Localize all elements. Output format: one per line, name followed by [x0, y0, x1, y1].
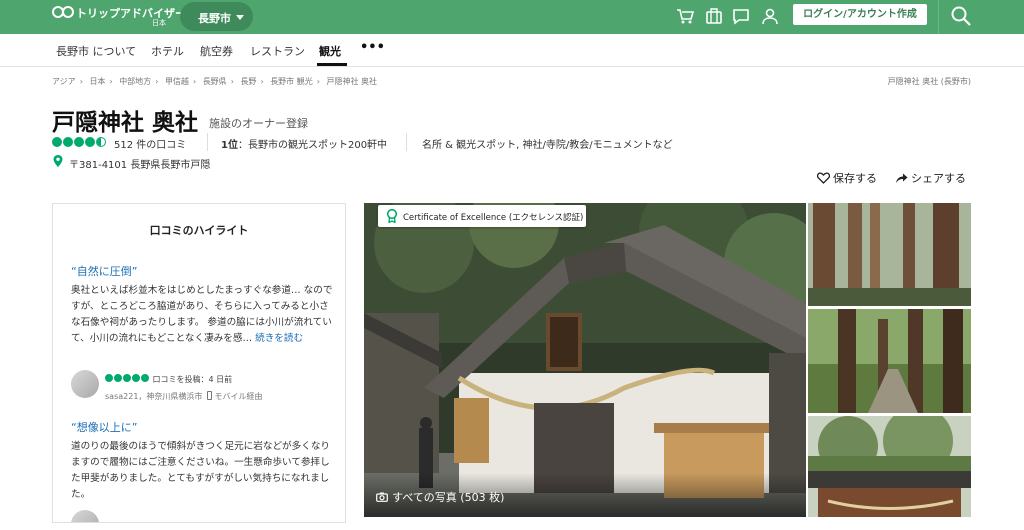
rating-bubble	[141, 374, 149, 382]
nav-item-about[interactable]: 長野市 について	[56, 43, 136, 59]
suitcase-icon[interactable]	[704, 6, 724, 26]
review-count-link[interactable]: 512 件の口コミ	[114, 136, 186, 151]
breadcrumb-item[interactable]: アジア	[52, 77, 76, 86]
save-label: 保存する	[833, 172, 877, 185]
shrine-photo	[364, 203, 806, 517]
photo-thumbnail[interactable]	[808, 416, 971, 517]
rating-bubble	[74, 137, 84, 147]
geo-selector[interactable]: 長野市	[180, 2, 253, 31]
shrine-roof-photo	[808, 416, 971, 517]
ranking[interactable]: 1位：長野市の観光スポット200軒中	[221, 136, 387, 151]
review-body: 道のりの最後のほうで傾斜がきつく足元に岩などが多くなりますので履物にはご注意くだ…	[71, 441, 331, 500]
nav-item-attractions[interactable]: 観光	[319, 43, 341, 59]
brand-country: 日本	[152, 19, 166, 27]
more-icon[interactable]: •••	[360, 40, 385, 55]
login-button[interactable]: ログイン/アカウント作成	[793, 4, 927, 25]
secondary-nav: 長野市 について ホテル 航空券 レストラン 観光 •••	[0, 34, 1024, 67]
review-meta: 口コミを投稿：4 日前	[105, 374, 232, 385]
top-bar: トリップアドバイザー 日本 長野市 ログイン/アカウント作成	[0, 0, 1024, 34]
nav-item-hotels[interactable]: ホテル	[151, 43, 184, 59]
categories[interactable]: 名所 & 観光スポット, 神社/寺院/教会/モニュメントなど	[422, 136, 673, 151]
divider	[406, 133, 407, 151]
divider	[207, 133, 208, 151]
rank-text: ：長野市の観光スポット200軒中	[237, 140, 388, 151]
rank-position: 1位	[221, 140, 238, 151]
certificate-badge[interactable]: Certificate of Excellence (エクセレンス認証)	[378, 205, 586, 227]
map-pin-icon	[53, 155, 63, 167]
chevron-down-icon	[236, 15, 244, 20]
rating-bubble	[63, 137, 73, 147]
share-icon	[896, 173, 908, 183]
breadcrumb: アジア › 日本 › 中部地方 › 甲信越 › 長野県 › 長野 › 長野市 観光 › 戸隠神…	[52, 77, 378, 86]
search-icon[interactable]	[950, 5, 972, 27]
review-title[interactable]: “自然に圧倒”	[71, 263, 137, 279]
review-user: sasa221，神奈川県横浜市 モバイル経由	[105, 391, 263, 402]
forest-photo	[808, 203, 971, 306]
award-icon	[386, 209, 398, 223]
rating-bubble	[96, 137, 106, 147]
all-photos-label: すべての写真 (503 枚)	[392, 491, 505, 504]
mobile-icon	[206, 391, 212, 400]
certificate-label: Certificate of Excellence (エクセレンス認証)	[403, 213, 584, 223]
heart-icon	[816, 172, 831, 184]
active-tab-indicator	[317, 63, 347, 66]
share-button[interactable]: シェアする	[895, 170, 966, 186]
header-divider	[938, 0, 939, 34]
camera-icon	[376, 492, 388, 502]
review-body: 奥社といえば杉並木をはじめとしたまっすぐな参道… なのですが、ところどころ脇道が…	[71, 283, 333, 347]
save-button[interactable]: 保存する	[816, 170, 877, 186]
owl-logo-icon	[52, 6, 74, 19]
photo-thumbnail[interactable]	[808, 309, 971, 413]
breadcrumb-item[interactable]: 中部地方	[119, 77, 151, 86]
forest-path-photo	[808, 309, 971, 413]
rating-bubble	[114, 374, 122, 382]
breadcrumb-item[interactable]: 甲信越	[165, 77, 189, 86]
message-icon[interactable]	[731, 6, 751, 26]
owner-claim-link[interactable]: 施設のオーナー登録	[209, 115, 308, 131]
all-photos-button[interactable]: すべての写真 (503 枚)	[376, 489, 504, 505]
rating-bubble	[132, 374, 140, 382]
review-posted: 口コミを投稿：4 日前	[152, 375, 233, 384]
review-highlights-card: 口コミのハイライト “自然に圧倒” 奥社といえば杉並木をはじめとしたまっすぐな参…	[52, 203, 346, 523]
nav-item-flights[interactable]: 航空券	[200, 43, 233, 59]
rating-bubble	[123, 374, 131, 382]
user-icon[interactable]	[760, 6, 780, 26]
photo-thumbnail[interactable]	[808, 203, 971, 306]
brand-name: トリップアドバイザー	[76, 7, 186, 20]
breadcrumb-item[interactable]: 長野	[240, 77, 256, 86]
nav-item-restaurants[interactable]: レストラン	[250, 43, 305, 59]
avatar[interactable]	[71, 510, 99, 522]
breadcrumb-item[interactable]: 長野市 観光	[270, 77, 313, 86]
rating-bubble	[85, 137, 95, 147]
review-title[interactable]: “想像以上に”	[71, 419, 137, 435]
main-photo[interactable]	[364, 203, 806, 517]
breadcrumb-item[interactable]: 日本	[89, 77, 105, 86]
rating-bubble	[52, 137, 62, 147]
read-more-link[interactable]: 続きを読む	[255, 333, 303, 344]
review-device: モバイル経由	[214, 392, 263, 401]
breadcrumb-location: 戸隠神社 奥社 (長野市)	[887, 77, 971, 86]
address[interactable]: 〒381-4101 長野県長野市戸隠	[69, 156, 210, 171]
avatar[interactable]	[71, 370, 99, 398]
breadcrumb-current: 戸隠神社 奥社	[326, 77, 378, 86]
breadcrumb-item[interactable]: 長野県	[203, 77, 227, 86]
cart-icon[interactable]	[675, 6, 695, 26]
geo-label: 長野市	[198, 12, 231, 25]
username-link[interactable]: sasa221，神奈川県横浜市	[105, 392, 202, 401]
rating-bubbles	[52, 137, 107, 147]
rating-bubble	[105, 374, 113, 382]
highlights-heading: 口コミのハイライト	[149, 224, 249, 237]
page-title: 戸隠神社 奥社	[52, 110, 199, 136]
share-label: シェアする	[911, 172, 966, 185]
